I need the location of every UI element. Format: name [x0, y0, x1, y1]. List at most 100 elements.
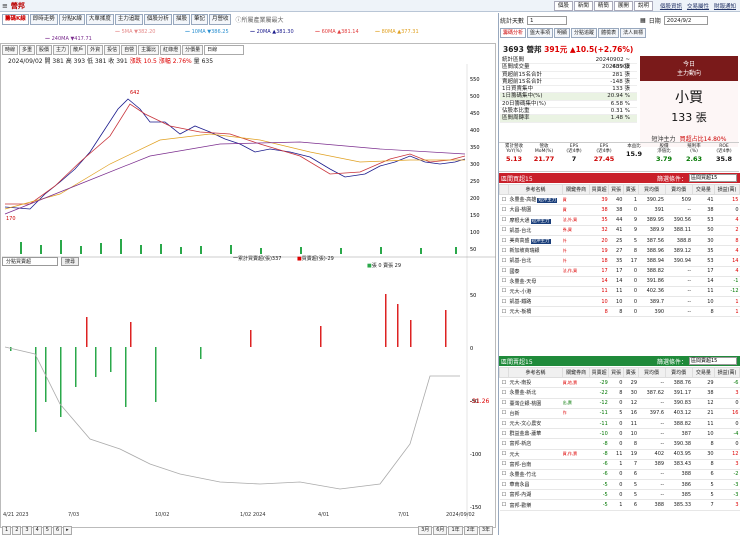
col-header[interactable]: 買賣超 [589, 366, 610, 379]
branch-name[interactable]: 台新 [510, 411, 520, 417]
table-row[interactable]: ☐ 永豐金-天母 14 14 0 391.86 -- 14 -1 [499, 276, 740, 287]
col-header[interactable]: 損益(萬) [714, 366, 740, 379]
table-row[interactable]: ☐ 華南永昌 -5 0 5 -- 386 5 -3 [499, 479, 740, 491]
btn-help[interactable]: 說明 [633, 0, 653, 11]
row-checkbox[interactable]: ☐ [502, 380, 506, 386]
link-stock-info[interactable]: 個股資訊 [660, 2, 682, 10]
branch-name[interactable]: 大昌-桃園 [510, 207, 532, 213]
branch-name[interactable]: 凱基-台北 [510, 228, 532, 234]
page-1[interactable]: 1 [2, 526, 12, 535]
branch-name[interactable]: 凱基-台北 [510, 258, 532, 264]
col-header[interactable]: 參考名稱 [507, 366, 564, 379]
calendar-icon[interactable]: ▦ [640, 17, 646, 24]
tool-foreign[interactable]: 外資 [87, 45, 104, 55]
tab-big-order[interactable]: 大單揉度 [85, 13, 114, 25]
branch-name[interactable]: 臺灣企銀-桃園 [510, 401, 542, 407]
rtab-branch-track[interactable]: 分點追蹤 [571, 28, 598, 38]
table-row[interactable]: ☐ 群益金鼎-蘆華 -10 0 10 -- 387 10 -4 [499, 428, 740, 440]
range-6m[interactable]: 6月 [433, 526, 448, 535]
branch-name[interactable]: 摩根大通 [510, 218, 530, 224]
table-row[interactable]: ☐ 永豐金-高雄 短沖主力買 39 40 1 390.25 509 41 15 [499, 194, 740, 206]
range-1y[interactable]: 1年 [448, 526, 463, 535]
btn-news[interactable]: 新聞 [573, 0, 593, 11]
rtab-events[interactable]: 盤大事項 [527, 28, 554, 38]
branch-name[interactable]: 元大 [510, 452, 520, 458]
page-4[interactable]: 4 [32, 526, 42, 535]
app-menu-icon[interactable]: ≡ [2, 2, 8, 10]
table-row[interactable]: ☐ 凱基-台北 外 18 35 17 388.94 390.94 53 14 [499, 255, 740, 267]
table-row[interactable]: ☐ 元大-南投 買,地,賣 -29 0 29 -- 388.76 29 -6 [499, 377, 740, 389]
branch-name[interactable]: 凱基-鐵路 [510, 299, 532, 305]
branch-name[interactable]: 永豐金-高雄 [510, 197, 537, 203]
table-row[interactable]: ☐ 元大-板橋 8 8 0 390 -- 8 1 [499, 306, 740, 318]
table-row[interactable]: ☐ 富邦-新店 -8 0 8 -- 390.38 8 0 [499, 438, 740, 450]
page-3[interactable]: 3 [22, 526, 32, 535]
branch-name[interactable]: 富邦-歡樂 [510, 503, 532, 509]
row-checkbox[interactable]: ☐ [502, 258, 506, 264]
col-header[interactable]: 交易量 [691, 366, 716, 379]
col-header[interactable]: 關鍵券商 [562, 183, 591, 196]
range-3m[interactable]: 3月 [418, 526, 433, 535]
row-checkbox[interactable]: ☐ [502, 217, 506, 223]
row-checkbox[interactable]: ☐ [502, 207, 506, 213]
table-row[interactable]: ☐ 富邦-台南 -6 1 7 389 383.43 8 3 [499, 459, 740, 470]
tool-vol-price[interactable]: 分價量 [182, 45, 204, 55]
table-row[interactable]: ☐ 永豐金-竹北 -6 0 6 -- 388 6 -2 [499, 469, 740, 481]
search-button[interactable]: 搜尋 [61, 257, 80, 266]
btn-stock[interactable]: 個股 [553, 0, 573, 11]
tab-branch-k[interactable]: 分點K線 [58, 13, 85, 25]
link-finance[interactable]: 財報通知 [714, 2, 736, 10]
row-checkbox[interactable]: ☐ [502, 482, 506, 488]
table-row[interactable]: ☐ 大昌-桃園 買 38 38 0 391 -- 38 0 [499, 204, 740, 216]
tool-ratio[interactable]: 主籌比 [138, 45, 160, 55]
row-checkbox[interactable]: ☐ [502, 471, 506, 477]
col-header[interactable]: 參考名稱 [507, 183, 564, 196]
table-row[interactable]: ☐ 臺灣企銀-桃園 出,賣 -12 0 12 -- 390.83 12 0 [499, 398, 740, 409]
rtab-chip[interactable]: 籌碼分析 [500, 28, 527, 38]
col-header[interactable]: 買均價 [637, 183, 666, 196]
table-row[interactable]: ☐ 永豐金-新北 -22 8 30 387.62 391.17 38 3 [499, 387, 740, 399]
row-checkbox[interactable]: ☐ [502, 227, 506, 233]
tool-trust[interactable]: 投信 [104, 45, 121, 55]
date-select[interactable]: 2024/9/2 [663, 15, 708, 25]
row-checkbox[interactable]: ☐ [502, 400, 506, 406]
buy-filter-select[interactable]: 區間買超15 [689, 174, 737, 182]
tool-dealer[interactable]: 自營 [121, 45, 138, 55]
table-row[interactable]: ☐ 美商高盛 短沖主力 外 20 25 5 387.56 388.8 30 8 [499, 235, 740, 247]
rtab-target[interactable]: 法人目標 [620, 28, 647, 38]
col-header[interactable]: 賣張 [622, 183, 639, 196]
branch-name[interactable]: 富邦-台南 [510, 462, 532, 468]
table-row[interactable]: ☐ 富邦-歡樂 -5 1 6 388 385.33 7 3 [499, 499, 740, 511]
branch-name[interactable]: 富邦-新店 [510, 441, 532, 447]
row-checkbox[interactable]: ☐ [502, 492, 506, 498]
tool-timeline[interactable]: 時線 [2, 45, 19, 55]
table-row[interactable]: ☐ 元大-小港 11 11 0 402.36 -- 11 -12 [499, 286, 740, 298]
tab-realtime[interactable]: 即時走勢 [29, 13, 58, 25]
table-row[interactable]: ☐ 摩根大通 短沖主力 法,外,買 35 44 9 389.95 390.56 53 4 [499, 215, 740, 226]
rtab-health[interactable]: 體檢表 [598, 28, 620, 38]
branch-name[interactable]: 元大-南投 [510, 380, 532, 386]
page-2[interactable]: 2 [12, 526, 22, 535]
table-row[interactable]: ☐ 元大 買,作,賣 -8 11 19 402 403.95 30 12 [499, 449, 740, 460]
table-row[interactable]: ☐ 新加坡商瑞銀 外 19 27 8 388.96 389.12 35 4 [499, 245, 740, 257]
row-checkbox[interactable]: ☐ [502, 451, 506, 457]
col-header[interactable]: 賣均價 [664, 366, 693, 379]
col-header[interactable]: 買張 [608, 183, 624, 196]
tab-analysis[interactable]: 個股分析 [143, 13, 172, 25]
tool-main[interactable]: 主力 [53, 45, 70, 55]
col-header[interactable]: 買均價 [637, 366, 666, 379]
col-header[interactable]: 買張 [608, 366, 624, 379]
branch-name[interactable]: 元大-小港 [510, 289, 532, 295]
branch-name[interactable]: 永豐金-新北 [510, 390, 537, 396]
btn-expand[interactable]: 展開 [613, 0, 633, 11]
period-select[interactable]: 日線 [204, 45, 245, 55]
col-header[interactable]: 損益(萬) [714, 183, 740, 196]
row-checkbox[interactable]: ☐ [502, 309, 506, 315]
page-6[interactable]: 6 [52, 526, 63, 535]
branch-name[interactable]: 元大-板橋 [510, 309, 532, 315]
table-row[interactable]: ☐ 富邦-內湖 -5 0 5 -- 385 5 -3 [499, 489, 740, 501]
branch-name[interactable]: 國泰 [510, 269, 520, 275]
col-header[interactable]: 賣張 [622, 366, 639, 379]
row-checkbox[interactable]: ☐ [502, 268, 506, 274]
row-checkbox[interactable]: ☐ [502, 441, 506, 447]
